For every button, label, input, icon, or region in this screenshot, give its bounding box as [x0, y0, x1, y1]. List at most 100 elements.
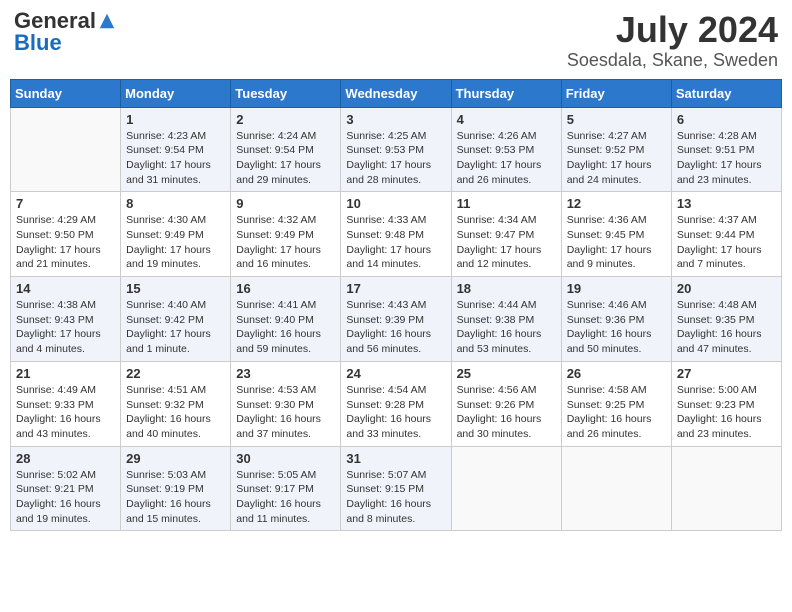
day-number: 19	[567, 281, 666, 296]
day-number: 6	[677, 112, 776, 127]
day-number: 2	[236, 112, 335, 127]
calendar-cell: 19 Sunrise: 4:46 AMSunset: 9:36 PMDayligh…	[561, 277, 671, 362]
day-detail: Sunrise: 4:23 AMSunset: 9:54 PMDaylight:…	[126, 129, 225, 188]
day-number: 31	[346, 451, 445, 466]
calendar-cell	[451, 446, 561, 531]
day-number: 11	[457, 196, 556, 211]
calendar-cell: 30 Sunrise: 5:05 AMSunset: 9:17 PMDayligh…	[231, 446, 341, 531]
calendar-cell: 1 Sunrise: 4:23 AMSunset: 9:54 PMDaylight…	[121, 107, 231, 192]
calendar-cell	[11, 107, 121, 192]
day-detail: Sunrise: 4:49 AMSunset: 9:33 PMDaylight:…	[16, 383, 115, 442]
calendar-week-row: 14 Sunrise: 4:38 AMSunset: 9:43 PMDayligh…	[11, 277, 782, 362]
day-detail: Sunrise: 4:53 AMSunset: 9:30 PMDaylight:…	[236, 383, 335, 442]
day-number: 7	[16, 196, 115, 211]
day-number: 4	[457, 112, 556, 127]
day-number: 5	[567, 112, 666, 127]
calendar-cell: 4 Sunrise: 4:26 AMSunset: 9:53 PMDaylight…	[451, 107, 561, 192]
calendar-cell: 23Sunrise: 4:53 AMSunset: 9:30 PMDayligh…	[231, 361, 341, 446]
day-number: 29	[126, 451, 225, 466]
day-detail: Sunrise: 4:44 AMSunset: 9:38 PMDaylight:…	[457, 298, 556, 357]
day-detail: Sunrise: 4:27 AMSunset: 9:52 PMDaylight:…	[567, 129, 666, 188]
day-number: 8	[126, 196, 225, 211]
day-of-week-header: Monday	[121, 79, 231, 107]
subtitle: Soesdala, Skane, Sweden	[567, 50, 778, 71]
day-number: 12	[567, 196, 666, 211]
calendar-cell	[561, 446, 671, 531]
day-detail: Sunrise: 4:56 AMSunset: 9:26 PMDaylight:…	[457, 383, 556, 442]
calendar-cell: 14 Sunrise: 4:38 AMSunset: 9:43 PMDayligh…	[11, 277, 121, 362]
day-number: 18	[457, 281, 556, 296]
day-of-week-header: Sunday	[11, 79, 121, 107]
day-detail: Sunrise: 4:26 AMSunset: 9:53 PMDaylight:…	[457, 129, 556, 188]
calendar-cell: 17Sunrise: 4:43 AMSunset: 9:39 PMDayligh…	[341, 277, 451, 362]
day-number: 25	[457, 366, 556, 381]
calendar-cell: 9 Sunrise: 4:32 AMSunset: 9:49 PMDaylight…	[231, 192, 341, 277]
day-of-week-header: Friday	[561, 79, 671, 107]
day-detail: Sunrise: 4:29 AMSunset: 9:50 PMDaylight:…	[16, 213, 115, 272]
day-detail: Sunrise: 4:36 AMSunset: 9:45 PMDaylight:…	[567, 213, 666, 272]
day-number: 16	[236, 281, 335, 296]
calendar-table: SundayMondayTuesdayWednesdayThursdayFrid…	[10, 79, 782, 532]
calendar-cell: 24Sunrise: 4:54 AMSunset: 9:28 PMDayligh…	[341, 361, 451, 446]
day-detail: Sunrise: 4:25 AMSunset: 9:53 PMDaylight:…	[346, 129, 445, 188]
calendar-cell: 27Sunrise: 5:00 AMSunset: 9:23 PMDayligh…	[671, 361, 781, 446]
day-detail: Sunrise: 4:40 AMSunset: 9:42 PMDaylight:…	[126, 298, 225, 357]
day-detail: Sunrise: 4:33 AMSunset: 9:48 PMDaylight:…	[346, 213, 445, 272]
day-detail: Sunrise: 4:58 AMSunset: 9:25 PMDaylight:…	[567, 383, 666, 442]
calendar-cell: 20 Sunrise: 4:48 AMSunset: 9:35 PMDayligh…	[671, 277, 781, 362]
day-number: 1	[126, 112, 225, 127]
day-of-week-header: Saturday	[671, 79, 781, 107]
calendar-week-row: 28 Sunrise: 5:02 AMSunset: 9:21 PMDayligh…	[11, 446, 782, 531]
calendar-cell: 2 Sunrise: 4:24 AMSunset: 9:54 PMDaylight…	[231, 107, 341, 192]
day-number: 22	[126, 366, 225, 381]
page-header: General Blue July 2024 Soesdala, Skane, …	[10, 10, 782, 71]
calendar-cell: 22 Sunrise: 4:51 AMSunset: 9:32 PMDayligh…	[121, 361, 231, 446]
calendar-cell: 3 Sunrise: 4:25 AMSunset: 9:53 PMDaylight…	[341, 107, 451, 192]
calendar-cell: 31 Sunrise: 5:07 AMSunset: 9:15 PMDayligh…	[341, 446, 451, 531]
day-detail: Sunrise: 4:41 AMSunset: 9:40 PMDaylight:…	[236, 298, 335, 357]
day-number: 28	[16, 451, 115, 466]
day-detail: Sunrise: 4:28 AMSunset: 9:51 PMDaylight:…	[677, 129, 776, 188]
calendar-cell: 6 Sunrise: 4:28 AMSunset: 9:51 PMDaylight…	[671, 107, 781, 192]
day-detail: Sunrise: 5:02 AMSunset: 9:21 PMDaylight:…	[16, 468, 115, 527]
calendar-cell: 29 Sunrise: 5:03 AMSunset: 9:19 PMDayligh…	[121, 446, 231, 531]
day-number: 17	[346, 281, 445, 296]
calendar-cell: 26 Sunrise: 4:58 AMSunset: 9:25 PMDayligh…	[561, 361, 671, 446]
day-detail: Sunrise: 4:32 AMSunset: 9:49 PMDaylight:…	[236, 213, 335, 272]
calendar-week-row: 1 Sunrise: 4:23 AMSunset: 9:54 PMDaylight…	[11, 107, 782, 192]
calendar-cell	[671, 446, 781, 531]
day-detail: Sunrise: 4:48 AMSunset: 9:35 PMDaylight:…	[677, 298, 776, 357]
calendar-cell: 8 Sunrise: 4:30 AMSunset: 9:49 PMDaylight…	[121, 192, 231, 277]
logo-blue-text: Blue	[14, 32, 62, 54]
calendar-cell: 5 Sunrise: 4:27 AMSunset: 9:52 PMDaylight…	[561, 107, 671, 192]
day-detail: Sunrise: 4:34 AMSunset: 9:47 PMDaylight:…	[457, 213, 556, 272]
day-of-week-header: Tuesday	[231, 79, 341, 107]
day-detail: Sunrise: 4:24 AMSunset: 9:54 PMDaylight:…	[236, 129, 335, 188]
calendar-cell: 15Sunrise: 4:40 AMSunset: 9:42 PMDayligh…	[121, 277, 231, 362]
day-of-week-header: Wednesday	[341, 79, 451, 107]
main-title: July 2024	[567, 10, 778, 50]
day-detail: Sunrise: 5:05 AMSunset: 9:17 PMDaylight:…	[236, 468, 335, 527]
day-number: 10	[346, 196, 445, 211]
day-number: 20	[677, 281, 776, 296]
day-detail: Sunrise: 5:07 AMSunset: 9:15 PMDaylight:…	[346, 468, 445, 527]
day-number: 21	[16, 366, 115, 381]
day-number: 9	[236, 196, 335, 211]
day-detail: Sunrise: 4:30 AMSunset: 9:49 PMDaylight:…	[126, 213, 225, 272]
calendar-cell: 16 Sunrise: 4:41 AMSunset: 9:40 PMDayligh…	[231, 277, 341, 362]
day-number: 13	[677, 196, 776, 211]
logo: General Blue	[14, 10, 116, 54]
day-number: 26	[567, 366, 666, 381]
calendar-cell: 21 Sunrise: 4:49 AMSunset: 9:33 PMDayligh…	[11, 361, 121, 446]
day-detail: Sunrise: 4:38 AMSunset: 9:43 PMDaylight:…	[16, 298, 115, 357]
day-number: 14	[16, 281, 115, 296]
day-detail: Sunrise: 5:03 AMSunset: 9:19 PMDaylight:…	[126, 468, 225, 527]
calendar-cell: 13Sunrise: 4:37 AMSunset: 9:44 PMDayligh…	[671, 192, 781, 277]
calendar-cell: 7 Sunrise: 4:29 AMSunset: 9:50 PMDaylight…	[11, 192, 121, 277]
day-number: 30	[236, 451, 335, 466]
day-detail: Sunrise: 4:46 AMSunset: 9:36 PMDaylight:…	[567, 298, 666, 357]
calendar-cell: 28 Sunrise: 5:02 AMSunset: 9:21 PMDayligh…	[11, 446, 121, 531]
calendar-cell: 12 Sunrise: 4:36 AMSunset: 9:45 PMDayligh…	[561, 192, 671, 277]
day-detail: Sunrise: 4:51 AMSunset: 9:32 PMDaylight:…	[126, 383, 225, 442]
day-number: 3	[346, 112, 445, 127]
